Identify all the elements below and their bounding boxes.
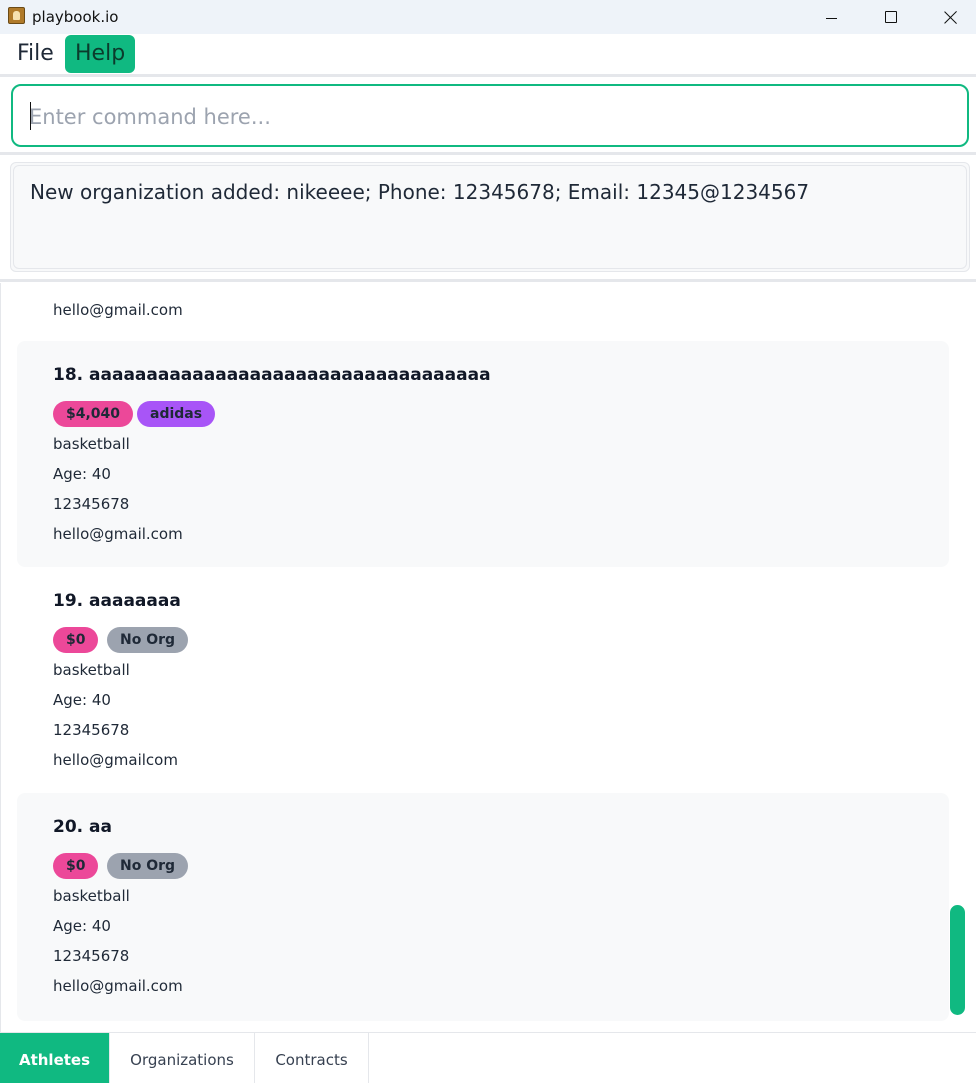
list-scrollbar-thumb[interactable] — [950, 905, 965, 1015]
athlete-name: 19. aaaaaaaa — [53, 591, 181, 611]
menu-help[interactable]: Help — [65, 35, 136, 73]
menu-bar: File Help — [0, 34, 976, 75]
athlete-email: hello@gmail.com — [53, 525, 183, 543]
command-divider — [0, 152, 976, 155]
athlete-phone: 12345678 — [53, 947, 130, 965]
maximize-icon — [885, 11, 897, 23]
minimize-button[interactable] — [802, 0, 860, 34]
text-caret — [30, 102, 31, 130]
close-icon — [944, 10, 958, 24]
athlete-age: Age: 40 — [53, 465, 111, 483]
athlete-email: hello@gmailcom — [53, 751, 178, 769]
price-tag: $0 — [53, 627, 99, 653]
tab-bar: Athletes Organizations Contracts — [0, 1032, 976, 1083]
minimize-icon — [825, 17, 837, 19]
title-bar: playbook.io — [0, 0, 976, 34]
window-title: playbook.io — [32, 8, 119, 26]
command-box — [11, 84, 969, 147]
list-item[interactable]: 20. aa $0 No Org basketball Age: 40 1234… — [17, 793, 949, 1021]
organization-tag: adidas — [137, 401, 216, 427]
athlete-name: 20. aa — [53, 817, 112, 837]
command-input[interactable] — [29, 102, 929, 132]
athlete-email: hello@gmail.com — [53, 977, 183, 995]
app-icon — [8, 7, 25, 24]
close-button[interactable] — [922, 0, 976, 34]
menu-file[interactable]: File — [7, 35, 64, 73]
athlete-name: 18. aaaaaaaaaaaaaaaaaaaaaaaaaaaaaaaaaaa — [53, 365, 491, 385]
athlete-sport: basketball — [53, 661, 130, 679]
list-item[interactable]: hello@gmail.com — [17, 283, 949, 341]
result-message: New organization added: nikeeee; Phone: … — [30, 180, 810, 204]
price-tag: $0 — [53, 853, 99, 879]
menu-divider — [0, 74, 976, 77]
athlete-age: Age: 40 — [53, 691, 111, 709]
athlete-sport: basketball — [53, 887, 130, 905]
organization-tag: No Org — [107, 853, 189, 879]
organization-tag: No Org — [107, 627, 189, 653]
tab-contracts[interactable]: Contracts — [255, 1033, 369, 1083]
athlete-sport: basketball — [53, 435, 130, 453]
list-item[interactable]: 18. aaaaaaaaaaaaaaaaaaaaaaaaaaaaaaaaaaa … — [17, 341, 949, 567]
athlete-age: Age: 40 — [53, 917, 111, 935]
tab-athletes[interactable]: Athletes — [0, 1033, 110, 1083]
maximize-button[interactable] — [862, 0, 920, 34]
athlete-email: hello@gmail.com — [53, 301, 183, 319]
result-divider — [0, 279, 976, 282]
athlete-phone: 12345678 — [53, 721, 130, 739]
price-tag: $4,040 — [53, 401, 134, 427]
athlete-list[interactable]: hello@gmail.com 18. aaaaaaaaaaaaaaaaaaaa… — [0, 283, 976, 1032]
athlete-phone: 12345678 — [53, 495, 130, 513]
list-item[interactable]: 19. aaaaaaaa $0 No Org basketball Age: 4… — [17, 567, 949, 793]
tab-organizations[interactable]: Organizations — [110, 1033, 255, 1083]
